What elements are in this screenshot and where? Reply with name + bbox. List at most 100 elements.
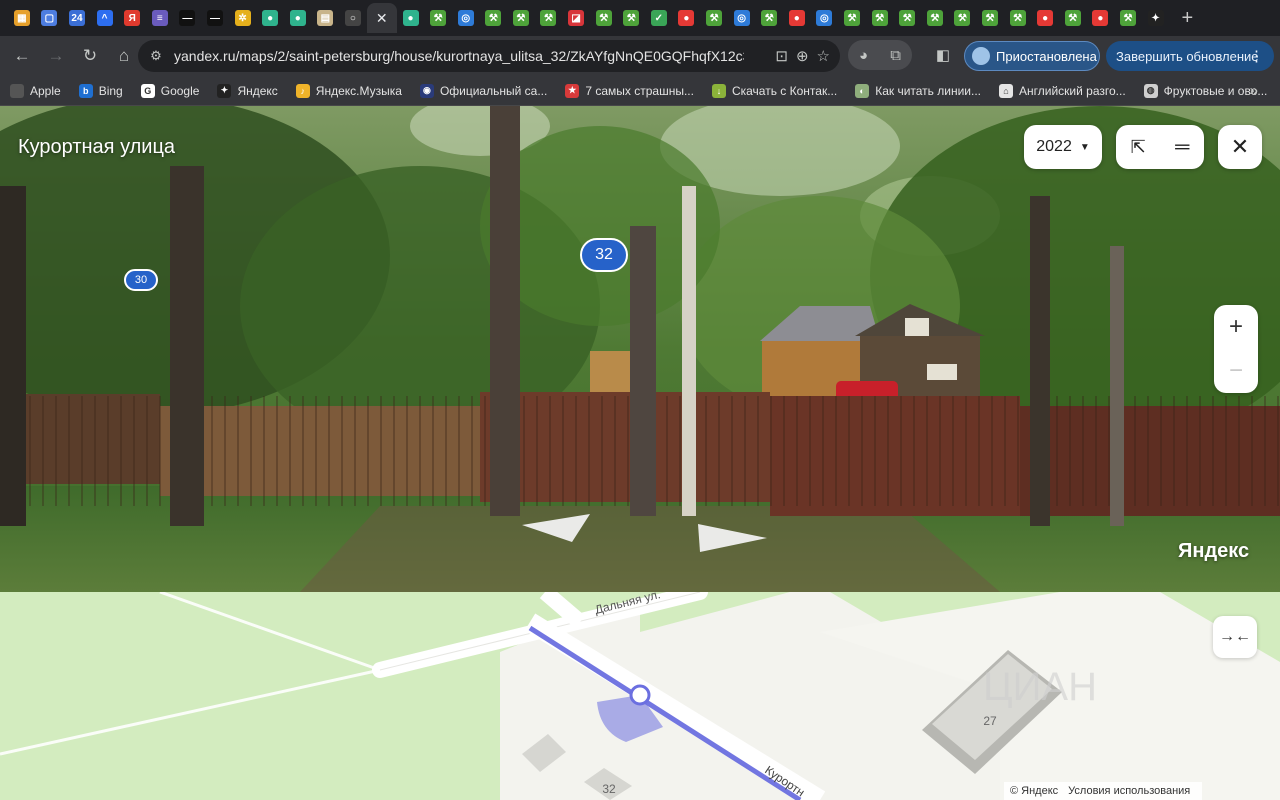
- more-bookmarks-icon[interactable]: »: [1250, 82, 1258, 99]
- browser-tab[interactable]: ▦: [8, 3, 36, 33]
- browser-tab[interactable]: —: [174, 3, 202, 33]
- mini-map[interactable]: ЦИАН Дальняя ул. Курортн 27 32 →← © Янде…: [0, 592, 1280, 800]
- bookmark-item[interactable]: ↓ Скачать с Контак...: [711, 83, 837, 98]
- side-panel-icon[interactable]: ◧: [932, 44, 954, 66]
- number-24-icon: 24: [68, 10, 85, 26]
- browser-tab[interactable]: ●: [397, 3, 425, 33]
- bookmark-item[interactable]: ◐ Как читать линии...: [855, 83, 981, 98]
- site-settings-icon[interactable]: ⚙: [146, 46, 166, 66]
- url-text[interactable]: yandex.ru/maps/2/saint-petersburg/house/…: [174, 48, 744, 64]
- year-selector[interactable]: 2022 ▼: [1024, 125, 1102, 169]
- hammer-icon: ⚒: [899, 10, 916, 26]
- browser-tab[interactable]: ●: [284, 3, 312, 33]
- browser-tab[interactable]: ^: [91, 3, 119, 33]
- browser-tab[interactable]: ⚒: [949, 3, 977, 33]
- browser-tab[interactable]: 24: [63, 3, 91, 33]
- browser-tab[interactable]: ⚒: [755, 3, 783, 33]
- browser-tab[interactable]: ✦: [1142, 3, 1170, 33]
- globe-icon: ◍: [1143, 83, 1158, 98]
- profile-button[interactable]: Приостановлена: [964, 41, 1100, 71]
- browser-tab[interactable]: ▤: [312, 3, 340, 33]
- browser-tab[interactable]: ⚒: [1004, 3, 1032, 33]
- map-attribution: © Яндекс Условия использования: [1004, 782, 1202, 800]
- hammer-icon: ⚒: [871, 10, 888, 26]
- browser-tab[interactable]: ◎: [811, 3, 839, 33]
- house-icon: ⌂: [999, 83, 1013, 98]
- bubbles-icon: ●: [289, 10, 306, 26]
- browser-tab[interactable]: ●: [1031, 3, 1059, 33]
- zoom-out-button[interactable]: −: [1214, 349, 1258, 393]
- browser-tab[interactable]: ⚒: [700, 3, 728, 33]
- browser-tab[interactable]: Я: [118, 3, 146, 33]
- bookmark-item[interactable]: ♪ Яндекс.Музыка: [295, 83, 402, 98]
- browser-tab[interactable]: ▢: [36, 3, 64, 33]
- browser-tab[interactable]: ●: [673, 3, 701, 33]
- street-panorama[interactable]: Курортная улица 2022 ▼ ⇱ ═ ✕ + − 32 30 Я…: [0, 106, 1280, 592]
- browser-tab[interactable]: ⚒: [617, 3, 645, 33]
- new-tab-button[interactable]: +: [1173, 4, 1201, 32]
- hammer-icon: ⚒: [981, 10, 998, 26]
- zoom-icon[interactable]: ⊕: [796, 47, 809, 65]
- browser-tab[interactable]: ○: [339, 3, 367, 33]
- bookmarks-bar: Apple b Bing G Google ✦ Яндекс ♪ Яндекс.Музыка ◉ О…: [0, 76, 1280, 106]
- chevron-down-icon: ▼: [1079, 141, 1090, 153]
- browser-tab[interactable]: ⚒: [424, 3, 452, 33]
- browser-tab[interactable]: ⚒: [838, 3, 866, 33]
- browser-tab[interactable]: ⚒: [590, 3, 618, 33]
- browser-tab[interactable]: ≡: [146, 3, 174, 33]
- menu-icon[interactable]: ═: [1175, 136, 1189, 159]
- street-title: Курортная улица: [18, 136, 176, 158]
- browser-tab[interactable]: ●: [256, 3, 284, 33]
- browser-tab[interactable]: ⚒: [976, 3, 1004, 33]
- hammer-icon: ⚒: [1064, 10, 1081, 26]
- browser-tab[interactable]: ●: [783, 3, 811, 33]
- house-marker-30[interactable]: 30: [124, 269, 158, 291]
- copyright-text[interactable]: © Яндекс: [1010, 785, 1058, 797]
- install-app-icon[interactable]: ⊡: [775, 47, 788, 65]
- close-panorama-button[interactable]: ✕: [1218, 125, 1262, 169]
- forward-button[interactable]: →: [40, 40, 72, 72]
- browser-tab[interactable]: ⚒: [1059, 3, 1087, 33]
- bookmark-item[interactable]: Apple: [10, 83, 61, 98]
- browser-tab[interactable]: ✕: [366, 3, 397, 33]
- browser-tab[interactable]: ⚒: [507, 3, 535, 33]
- bookmark-item[interactable]: b Bing: [78, 83, 123, 98]
- puzzle-icon[interactable]: ⧉: [890, 47, 901, 64]
- back-button[interactable]: ←: [6, 40, 38, 72]
- browser-tab[interactable]: ⚒: [921, 3, 949, 33]
- bookmark-item[interactable]: ✦ Яндекс: [217, 83, 278, 98]
- extension-icon[interactable]: ◕: [859, 47, 868, 64]
- share-icon[interactable]: ⇱: [1131, 137, 1146, 158]
- browser-tab[interactable]: ⚒: [1114, 3, 1142, 33]
- bookmark-star-icon[interactable]: ☆: [817, 47, 830, 65]
- browser-tab[interactable]: ⚒: [535, 3, 563, 33]
- browser-tab[interactable]: ✓: [645, 3, 673, 33]
- browser-tab[interactable]: ◎: [728, 3, 756, 33]
- terms-link[interactable]: Условия использования: [1068, 785, 1190, 797]
- browser-tab[interactable]: ◎: [452, 3, 480, 33]
- browser-tab[interactable]: ✲: [229, 3, 257, 33]
- bubbles-icon: ●: [402, 10, 419, 26]
- zoom-in-button[interactable]: +: [1214, 305, 1258, 349]
- home-button[interactable]: ⌂: [108, 40, 140, 72]
- close-icon: ✕: [375, 9, 388, 26]
- browser-tab[interactable]: ⚒: [893, 3, 921, 33]
- bookmark-item[interactable]: ⌂ Английский разго...: [999, 83, 1126, 98]
- more-menu-icon[interactable]: ⋮: [1249, 47, 1264, 65]
- browser-tab[interactable]: ◪: [562, 3, 590, 33]
- reload-button[interactable]: ↻: [74, 40, 106, 72]
- browser-tab[interactable]: ⚒: [866, 3, 894, 33]
- bookmark-label: Bing: [98, 83, 123, 98]
- browser-tab[interactable]: —: [201, 3, 229, 33]
- bookmark-item[interactable]: G Google: [140, 83, 199, 98]
- browser-tab[interactable]: ⚒: [480, 3, 508, 33]
- browser-tab[interactable]: ●: [1087, 3, 1115, 33]
- bookmark-item[interactable]: ◉ Официальный са...: [419, 83, 548, 98]
- address-bar[interactable]: ⚙ yandex.ru/maps/2/saint-petersburg/hous…: [138, 40, 840, 72]
- bookmark-label: Официальный са...: [439, 83, 548, 98]
- bookmark-item[interactable]: ★ 7 самых страшны...: [565, 83, 694, 98]
- house-marker-32[interactable]: 32: [580, 238, 628, 272]
- update-button[interactable]: Завершить обновление ⋮: [1106, 41, 1274, 71]
- collapse-map-button[interactable]: →←: [1213, 616, 1257, 658]
- arrow-up-icon: ^: [96, 10, 113, 26]
